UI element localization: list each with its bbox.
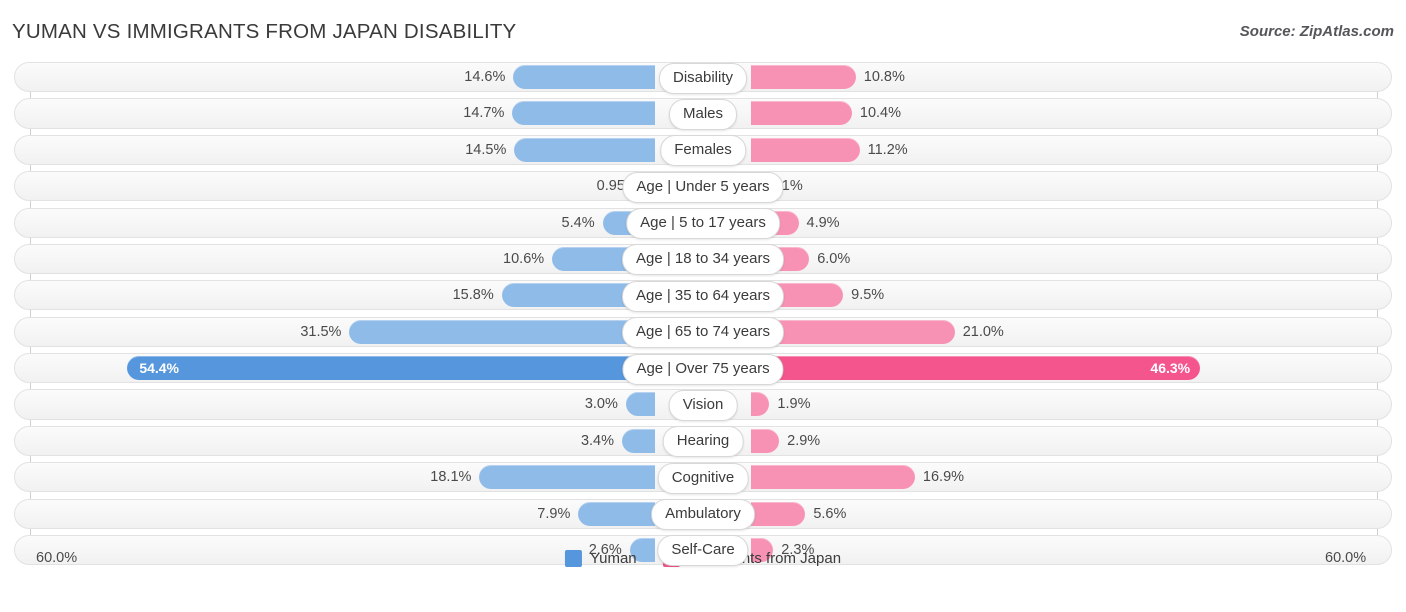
value-label-yuman: 5.4% <box>561 214 595 231</box>
value-label-yuman: 14.6% <box>464 69 506 85</box>
category-label: Age | 65 to 74 years <box>622 317 784 349</box>
category-label: Age | Under 5 years <box>622 171 784 203</box>
bar-row: 54.4% 46.3% Age | Over 75 years <box>0 353 1406 385</box>
bar-row: 2.6% 2.3% Self-Care <box>0 534 1406 567</box>
category-label: Females <box>660 135 746 167</box>
value-label-yuman: 3.0% <box>584 396 618 413</box>
category-label: Age | Over 75 years <box>622 353 784 385</box>
category-label: Hearing <box>662 426 744 458</box>
bar-row: 15.8% 9.5% Age | 35 to 64 years <box>0 280 1406 312</box>
bar-rows-container: 14.6% 10.8% Disability 14.7% 10.4% Males 14.5%… <box>0 62 1406 571</box>
bar-yuman[interactable] <box>479 465 655 490</box>
bar-yuman[interactable] <box>513 65 655 89</box>
bar-row: 5.4% 4.9% Age | 5 to 17 years <box>0 207 1406 239</box>
legend-swatch-icon <box>564 550 582 567</box>
value-label-immigrants-from-japan: 4.9% <box>806 214 840 231</box>
bar-row: 3.4% 2.9% Hearing <box>0 425 1406 458</box>
bar-row: 3.0% 1.9% Vision <box>0 389 1406 421</box>
bar-row: 14.7% 10.4% Males <box>0 98 1406 130</box>
axis-label-right: 60.0% <box>1325 550 1367 566</box>
bar-yuman[interactable] <box>578 501 655 526</box>
value-label-yuman: 7.9% <box>537 505 571 522</box>
bar-immigrants-from-japan[interactable] <box>751 428 780 453</box>
value-label-immigrants-from-japan: 1.9% <box>777 396 811 413</box>
bar-immigrants-from-japan[interactable] <box>751 465 915 490</box>
value-label-yuman: 18.1% <box>430 469 472 486</box>
value-label-immigrants-from-japan: 9.5% <box>851 287 885 304</box>
bar-immigrants-from-japan[interactable] <box>751 501 806 526</box>
value-label-immigrants-from-japan: 6.0% <box>817 250 851 267</box>
value-label-yuman: 15.8% <box>452 287 494 304</box>
category-label: Vision <box>668 389 738 421</box>
bar-yuman[interactable] <box>349 319 655 344</box>
bar-yuman[interactable] <box>512 101 655 126</box>
bar-row: 14.6% 10.8% Disability <box>0 62 1406 94</box>
bar-row: 10.6% 6.0% Age | 18 to 34 years <box>0 243 1406 276</box>
bar-yuman[interactable] <box>625 392 655 417</box>
bar-row: 31.5% 21.0% Age | 65 to 74 years <box>0 316 1406 349</box>
bar-yuman[interactable] <box>514 137 655 162</box>
value-label-immigrants-from-japan: 11.2% <box>867 141 908 158</box>
legend-item-yuman[interactable]: Yuman <box>564 550 637 567</box>
legend-label: Yuman <box>589 550 637 567</box>
value-label-yuman: 3.4% <box>580 432 615 449</box>
value-label-yuman: 10.6% <box>503 250 545 267</box>
category-label: Males <box>668 98 738 130</box>
bar-immigrants-from-japan[interactable] <box>751 356 1201 380</box>
value-label-immigrants-from-japan: 10.4% <box>859 105 901 122</box>
bar-immigrants-from-japan[interactable] <box>751 65 856 89</box>
bar-row: 0.95% 1.1% Age | Under 5 years <box>0 171 1406 203</box>
bar-yuman[interactable] <box>622 428 655 453</box>
chart-page: YUMAN VS IMMIGRANTS FROM JAPAN DISABILIT… <box>0 0 1406 612</box>
bar-immigrants-from-japan[interactable] <box>751 137 860 162</box>
bar-immigrants-from-japan[interactable] <box>751 101 852 126</box>
value-label-yuman: 54.4% <box>139 360 180 376</box>
category-label: Disability <box>658 62 748 94</box>
bar-row: 18.1% 16.9% Cognitive <box>0 462 1406 494</box>
value-label-immigrants-from-japan: 1.1% <box>769 178 803 195</box>
category-label: Cognitive <box>657 462 749 494</box>
value-label-yuman: 14.7% <box>463 105 505 122</box>
value-label-immigrants-from-japan: 46.3% <box>1150 360 1191 376</box>
category-label: Age | 35 to 64 years <box>622 280 784 312</box>
value-label-immigrants-from-japan: 10.8% <box>863 69 905 85</box>
plot-area: 14.6% 10.8% Disability 14.7% 10.4% Males 14.5%… <box>0 62 1406 574</box>
value-label-yuman: 31.5% <box>300 323 342 340</box>
bar-row: 14.5% 11.2% Females <box>0 134 1406 167</box>
axis-label-left: 60.0% <box>36 550 78 566</box>
value-label-immigrants-from-japan: 2.9% <box>787 432 821 449</box>
category-label: Age | 18 to 34 years <box>622 244 784 276</box>
value-label-yuman: 14.5% <box>465 141 507 158</box>
value-label-immigrants-from-japan: 5.6% <box>813 505 847 522</box>
category-label: Age | 5 to 17 years <box>626 208 780 239</box>
category-label: Self-Care <box>657 535 749 567</box>
page-title: YUMAN VS IMMIGRANTS FROM JAPAN DISABILIT… <box>12 20 517 43</box>
bar-row: 7.9% 5.6% Ambulatory <box>0 498 1406 530</box>
value-label-immigrants-from-japan: 16.9% <box>922 469 965 486</box>
source-attribution: Source: ZipAtlas.com <box>1239 23 1394 40</box>
category-label: Ambulatory <box>651 499 755 530</box>
value-label-immigrants-from-japan: 21.0% <box>962 323 1004 340</box>
